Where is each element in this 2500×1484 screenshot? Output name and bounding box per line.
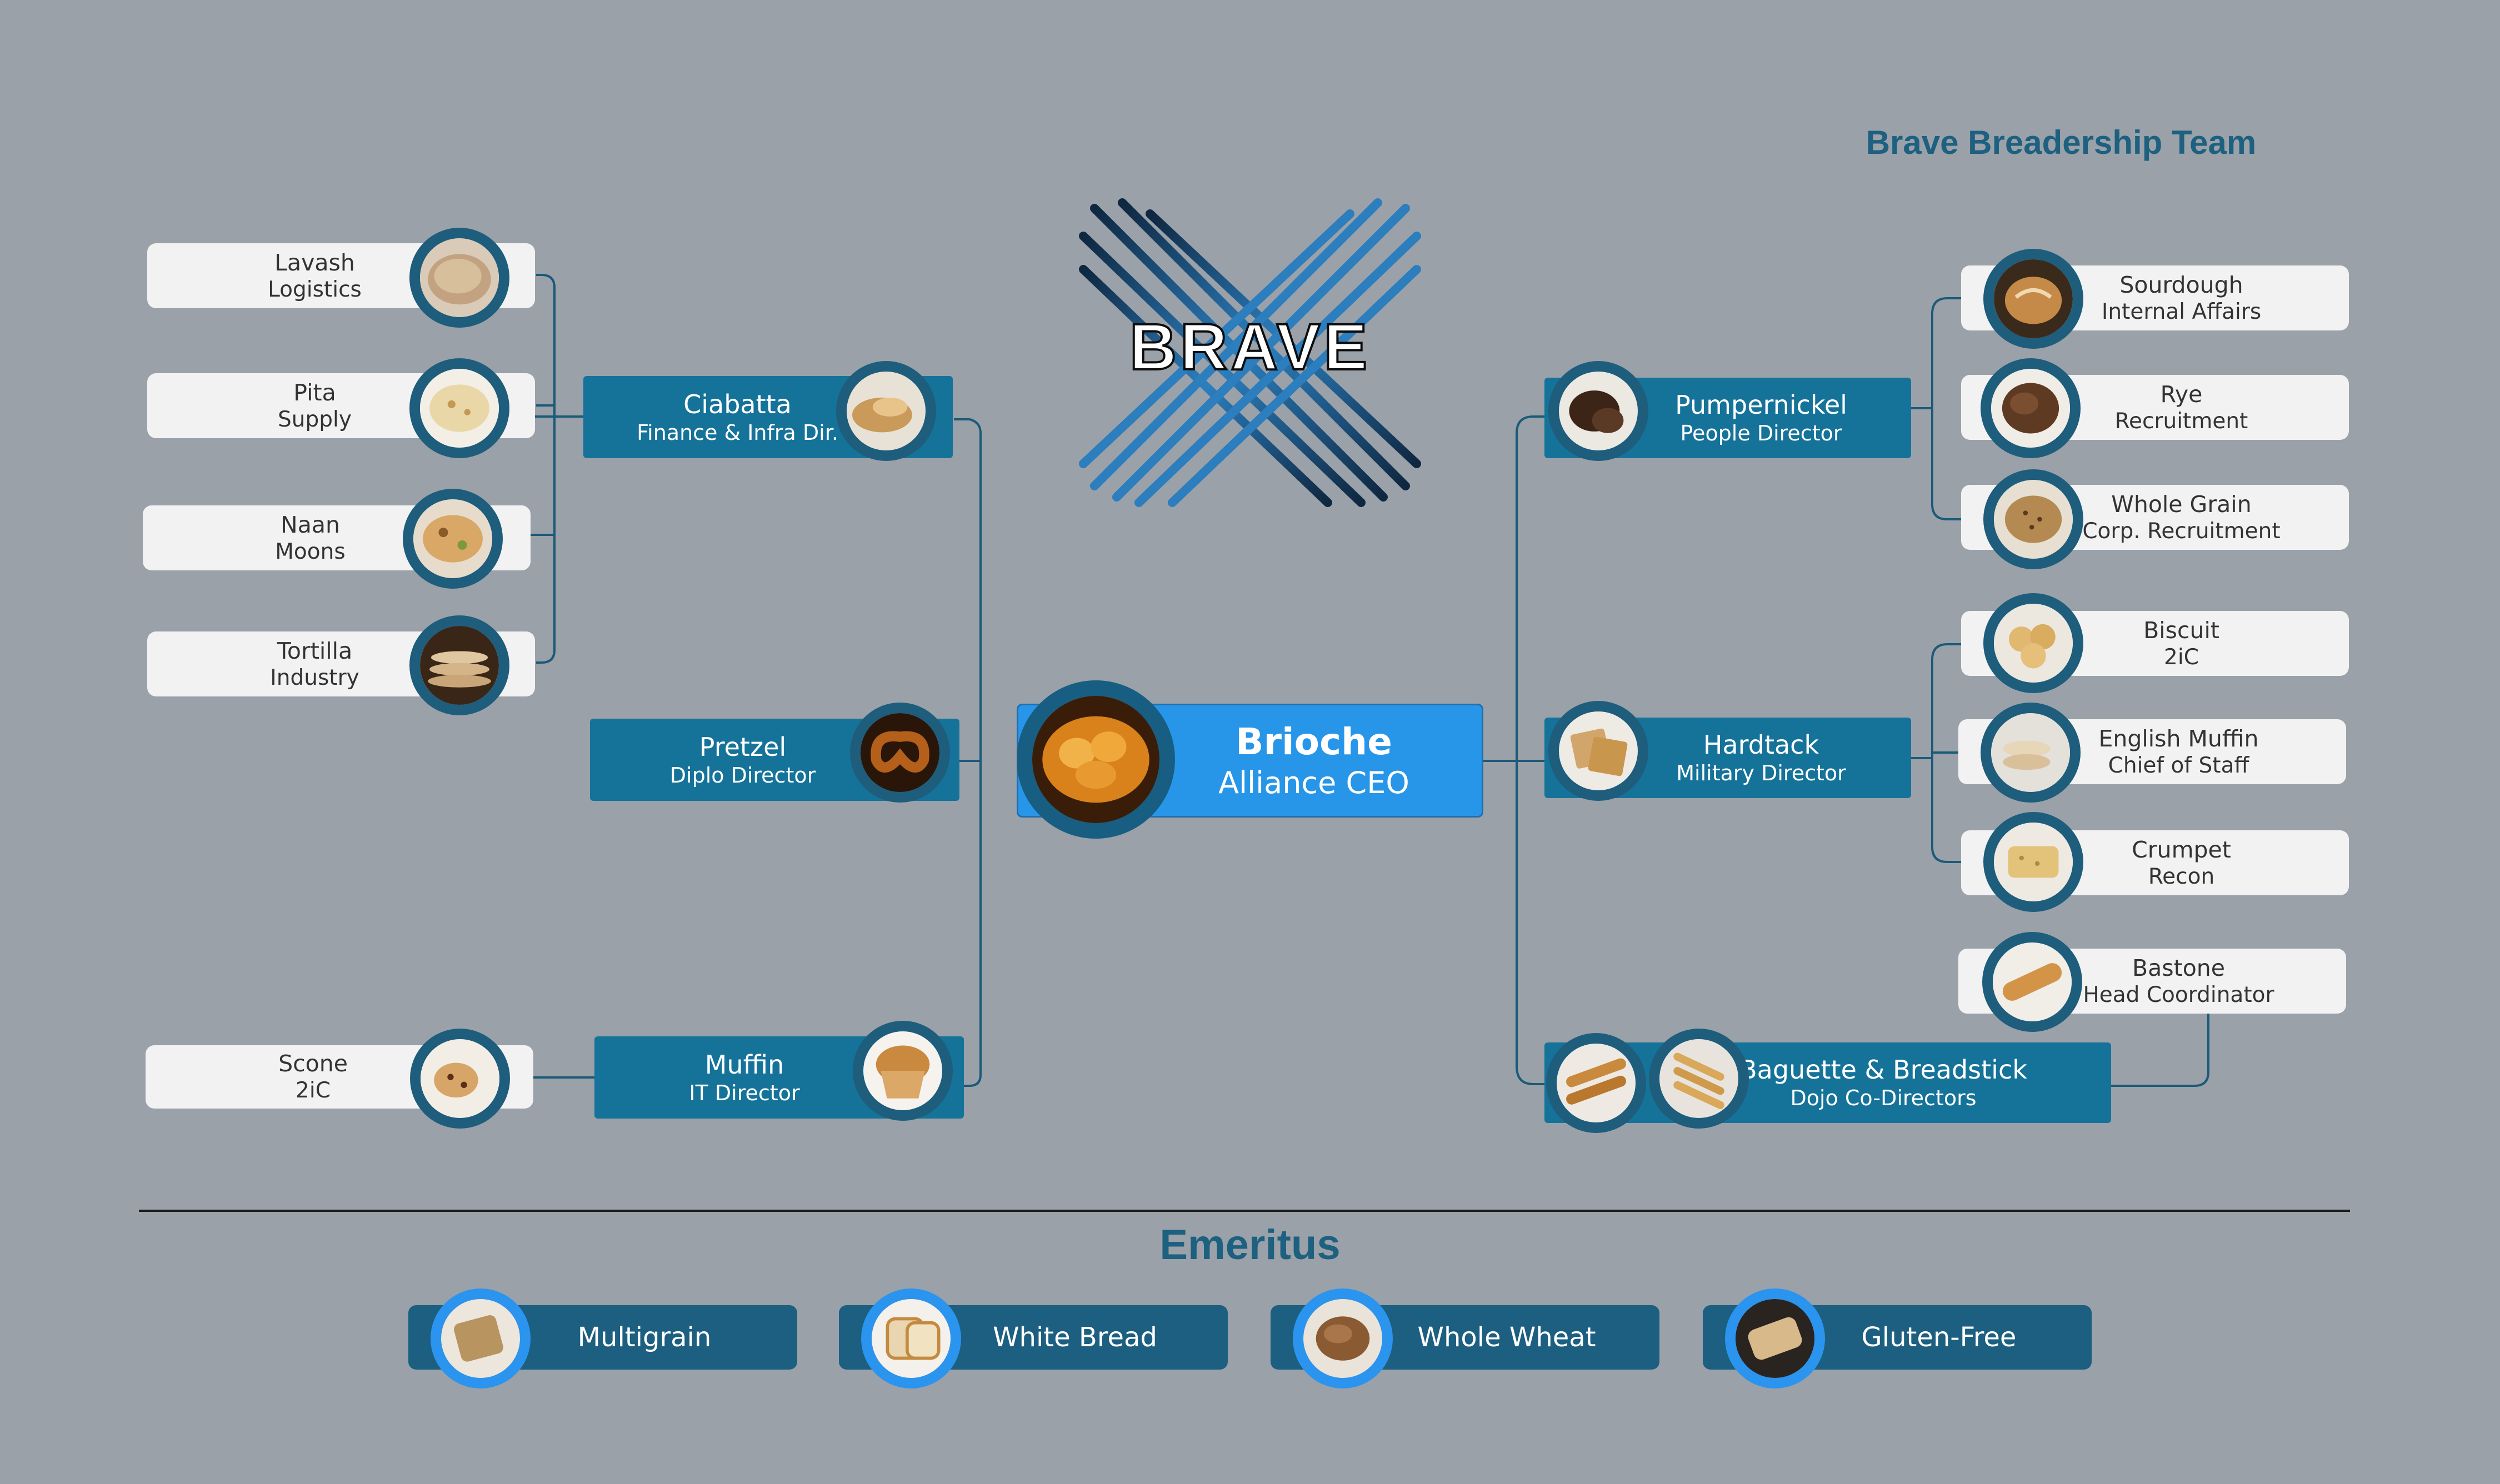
emeritus-name: White Bread <box>993 1321 1157 1353</box>
ciabatta-photo <box>836 361 936 461</box>
pretzel-role: Diplo Director <box>669 763 816 788</box>
muffin-role: IT Director <box>689 1080 800 1105</box>
englishmuffin-role: Chief of Staff <box>2108 753 2249 778</box>
biscuit-photo <box>1983 593 2083 693</box>
biscuit-role: 2iC <box>2164 644 2199 670</box>
naan-role: Moons <box>275 539 346 564</box>
brioche-photo <box>1017 680 1175 839</box>
lavash-photo <box>409 228 509 328</box>
wholewheat-photo <box>1293 1289 1393 1388</box>
pretzel-photo <box>850 703 950 803</box>
bastone-name: Bastone <box>2132 954 2225 981</box>
englishmuffin-name: English Muffin <box>2098 725 2259 752</box>
pumpernickel-role: People Director <box>1680 421 1842 446</box>
logo-text: BRAVE <box>1129 310 1371 384</box>
tortilla-name: Tortilla <box>277 637 353 664</box>
scone-photo <box>410 1029 510 1129</box>
lavash-name: Lavash <box>274 249 355 276</box>
wholegrain-photo <box>1983 469 2083 569</box>
tortilla-role: Industry <box>270 665 359 690</box>
tortilla-photo <box>409 615 509 715</box>
crumpet-name: Crumpet <box>2132 836 2231 863</box>
bastone-photo <box>1982 932 2082 1032</box>
ciabatta-name: Ciabatta <box>683 389 792 419</box>
wholegrain-name: Whole Grain <box>2111 490 2252 518</box>
sourdough-photo <box>1983 249 2083 349</box>
ceo-name: Brioche <box>1236 720 1392 764</box>
bastone-role: Head Coordinator <box>2083 982 2274 1007</box>
pita-role: Supply <box>278 407 352 432</box>
emeritus-title: Emeritus <box>1159 1221 1341 1269</box>
breadstick-photo <box>1649 1029 1749 1129</box>
sourdough-name: Sourdough <box>2119 271 2243 298</box>
multigrain-photo <box>431 1289 531 1388</box>
emeritus-name: Whole Wheat <box>1417 1321 1596 1353</box>
crumpet-role: Recon <box>2148 864 2215 889</box>
lavash-role: Logistics <box>268 277 362 302</box>
hardtack-name: Hardtack <box>1703 730 1819 760</box>
brave-logo: BRAVE <box>1079 198 1421 507</box>
baguette-photo <box>1546 1033 1646 1133</box>
rye-name: Rye <box>2160 380 2203 408</box>
team-title: Brave Breadership Team <box>1866 124 2257 161</box>
rye-role: Recruitment <box>2114 408 2248 434</box>
emeritus-name: Gluten-Free <box>1861 1321 2017 1353</box>
glutenfree-photo <box>1725 1289 1825 1388</box>
scone-role: 2iC <box>296 1078 331 1104</box>
pretzel-name: Pretzel <box>699 731 787 762</box>
ceo-role: Alliance CEO <box>1218 765 1409 800</box>
pumpernickel-name: Pumpernickel <box>1675 390 1847 420</box>
whitebread-photo <box>861 1289 961 1388</box>
biscuit-name: Biscuit <box>2143 616 2219 644</box>
emeritus-divider <box>139 1210 2350 1212</box>
muffin-photo <box>853 1021 953 1121</box>
englishmuffin-photo <box>1981 703 2081 803</box>
naan-photo <box>403 489 503 589</box>
baguette-name: Baguette & Breadstick <box>1739 1055 2027 1085</box>
scone-name: Scone <box>278 1050 348 1077</box>
hardtack-role: Military Director <box>1676 761 1846 786</box>
muffin-name: Muffin <box>704 1049 784 1080</box>
sourdough-role: Internal Affairs <box>2101 299 2262 324</box>
hardtack-photo <box>1548 701 1648 801</box>
wholegrain-role: Corp. Recruitment <box>2082 518 2281 544</box>
baguette-role: Dojo Co-Directors <box>1790 1086 1977 1111</box>
rye-photo <box>1981 358 2081 458</box>
naan-name: Naan <box>281 511 340 538</box>
ciabatta-role: Finance & Infra Dir. <box>637 420 838 445</box>
pita-photo <box>409 358 509 458</box>
pumpernickel-photo <box>1548 361 1648 461</box>
emeritus-name: Multigrain <box>577 1321 712 1353</box>
crumpet-photo <box>1983 812 2083 912</box>
pita-name: Pita <box>293 379 336 406</box>
